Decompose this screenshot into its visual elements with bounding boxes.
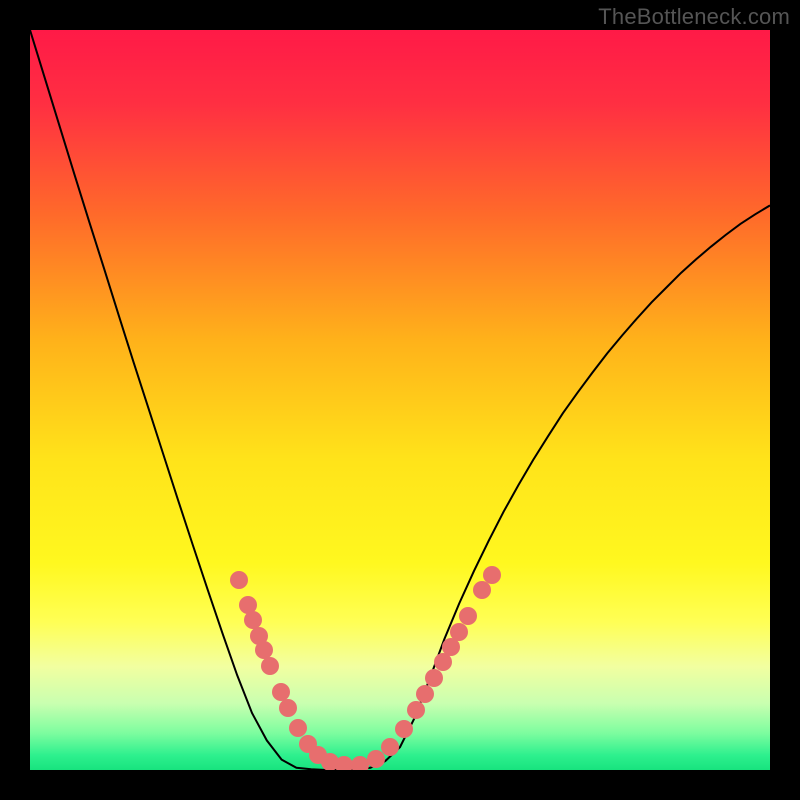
watermark-text: TheBottleneck.com [598, 4, 790, 30]
marker-dot [407, 701, 425, 719]
marker-dot [289, 719, 307, 737]
marker-dot [483, 566, 501, 584]
marker-dot [279, 699, 297, 717]
marker-dot [255, 641, 273, 659]
marker-dot [367, 750, 385, 768]
marker-dot [261, 657, 279, 675]
marker-dot [425, 669, 443, 687]
curve-layer [30, 30, 770, 770]
marker-dot [351, 756, 369, 770]
marker-dot [272, 683, 290, 701]
plot-area [30, 30, 770, 770]
chart-frame: TheBottleneck.com [0, 0, 800, 800]
marker-dot [459, 607, 477, 625]
bottleneck-curve [30, 30, 770, 770]
marker-group [230, 566, 501, 770]
marker-dot [395, 720, 413, 738]
marker-dot [416, 685, 434, 703]
marker-dot [244, 611, 262, 629]
marker-dot [230, 571, 248, 589]
marker-dot [473, 581, 491, 599]
marker-dot [381, 738, 399, 756]
marker-dot [450, 623, 468, 641]
